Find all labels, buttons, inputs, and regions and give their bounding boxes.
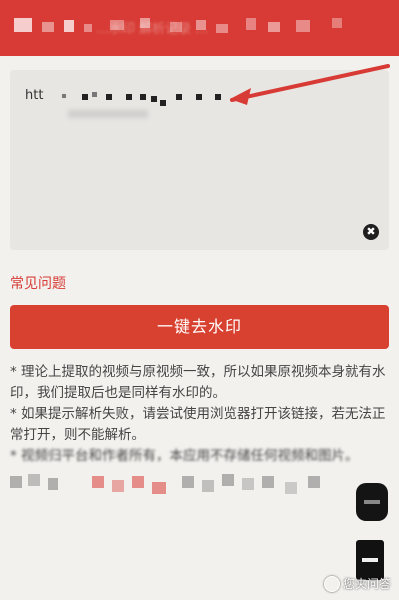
- notes: * 理论上提取的视频与原视频一致，所以如果原视频本身就有水印，我们提取后也是同样…: [10, 362, 390, 467]
- pixel-block: [10, 476, 22, 488]
- note-item: * 视频归平台和作者所有，本应用不存储任何视频和图片。: [10, 446, 390, 467]
- masked-char: [140, 94, 146, 100]
- pixel-block: [182, 476, 194, 488]
- masked-char: [106, 94, 112, 100]
- masked-char: [215, 94, 221, 100]
- pixel-block: [132, 476, 144, 488]
- pixel-block: [242, 478, 254, 490]
- pixel-block: [14, 18, 32, 32]
- masked-char: [62, 94, 66, 98]
- pixel-block: [202, 480, 214, 492]
- link-input-prefix: htt: [25, 88, 44, 103]
- floating-pin-icon[interactable]: [356, 540, 384, 580]
- masked-char: [126, 94, 132, 100]
- pixel-block: [268, 22, 280, 32]
- pixel-block: [332, 18, 342, 28]
- masked-char: [160, 100, 166, 106]
- clear-icon[interactable]: ✖: [363, 224, 379, 240]
- masked-char: [92, 92, 97, 97]
- note-item: * 如果提示解析失败，请尝试使用浏览器打开该链接，若无法正常打开，则不能解析。: [10, 406, 386, 443]
- pixel-block: [170, 22, 182, 32]
- pixel-block: [42, 22, 54, 32]
- pixel-block: [110, 20, 124, 30]
- pixel-block: [222, 474, 234, 486]
- pixel-block: [196, 20, 206, 30]
- masked-char: [176, 94, 182, 100]
- watermark: 您夹问答: [323, 575, 391, 592]
- arrow-annotation: [230, 64, 390, 105]
- masked-text: [68, 110, 148, 118]
- top-banner: …水印 解析记录 …: [0, 0, 399, 56]
- masked-char: [82, 94, 88, 100]
- watermark-logo-icon: [323, 575, 340, 592]
- pixelated-region: [10, 470, 350, 498]
- pixel-block: [152, 482, 166, 494]
- pixel-block: [92, 476, 104, 488]
- pixel-block: [112, 480, 124, 492]
- note-item: * 理论上提取的视频与原视频一致，所以如果原视频本身就有水印，我们提取后也是同样…: [10, 364, 386, 401]
- pixel-block: [246, 18, 256, 30]
- pixel-block: [140, 18, 150, 28]
- pixel-block: [28, 474, 40, 486]
- masked-char: [196, 94, 202, 100]
- pixel-block: [64, 20, 74, 32]
- pixel-block: [48, 478, 58, 490]
- pixel-block: [308, 476, 320, 488]
- pixel-block: [296, 20, 310, 32]
- faq-link[interactable]: 常见问题: [10, 273, 66, 293]
- note-text: * 视频归平台和作者所有，本应用不存储任何视频和图片。: [10, 448, 359, 464]
- pixel-block: [262, 476, 274, 488]
- masked-char: [151, 96, 157, 102]
- floating-menu-icon[interactable]: [356, 483, 388, 521]
- pixel-block: [216, 24, 228, 33]
- pixel-block: [84, 24, 92, 32]
- watermark-text: 您夹问答: [342, 577, 391, 591]
- remove-watermark-button[interactable]: 一键去水印: [10, 305, 389, 349]
- pixel-block: [285, 482, 297, 494]
